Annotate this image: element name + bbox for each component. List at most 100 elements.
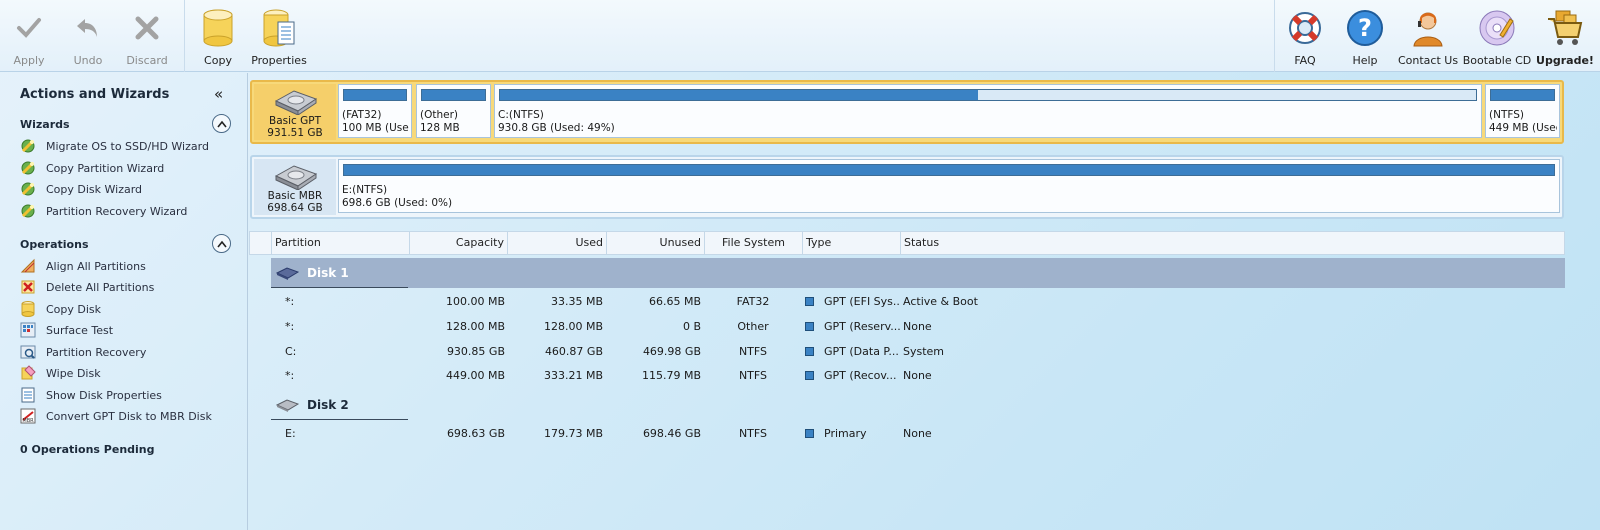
sidebar: Actions and Wizards « Wizards Migrate OS…: [0, 73, 248, 530]
wizard-partition-recovery-label: Partition Recovery Wizard: [46, 204, 188, 218]
column-header-partition[interactable]: Partition: [272, 232, 410, 254]
faq-label: FAQ: [1294, 54, 1316, 67]
copy-disk-icon: [20, 301, 36, 317]
partition-info: (FAT32)100 MB (Used:: [342, 109, 409, 134]
op-partition-recovery[interactable]: Partition Recovery: [20, 343, 146, 361]
wizard-icon: [20, 138, 36, 154]
cell-status: None: [903, 320, 932, 333]
cell-type: Primary: [805, 422, 901, 446]
partition-type-swatch: [805, 322, 814, 331]
cell-partition: *:: [285, 295, 295, 308]
partition-usage-bar: [1490, 89, 1555, 101]
op-wipe-disk-label: Wipe Disk: [46, 366, 101, 380]
disk-1-type: Basic GPT: [268, 115, 322, 127]
align-icon: [20, 258, 36, 274]
copy-button[interactable]: Copy: [189, 8, 247, 68]
wizard-migrate-os[interactable]: Migrate OS to SSD/HD Wizard: [20, 137, 209, 155]
op-surface-test-label: Surface Test: [46, 323, 114, 337]
contact-us-label: Contact Us: [1397, 54, 1459, 67]
table-row[interactable]: *: 449.00 MB 333.21 MB 115.79 MB NTFS GP…: [249, 364, 1565, 388]
column-header-spacer: [250, 232, 272, 254]
wizards-collapse-toggle[interactable]: [212, 114, 231, 133]
disk-map-disk-2[interactable]: Basic MBR 698.64 GB E:(NTFS) 698.6 GB (Us…: [250, 155, 1564, 219]
column-header-status[interactable]: Status: [901, 232, 1566, 254]
op-convert-gpt-to-mbr[interactable]: MBR Convert GPT Disk to MBR Disk: [20, 407, 212, 425]
cell-unused: 0 B: [682, 320, 701, 333]
cell-capacity: 100.00 MB: [445, 295, 505, 308]
partition-table: Partition Capacity Used Unused File Syst…: [249, 231, 1565, 530]
check-icon: [9, 8, 49, 48]
cell-file-system: Other: [737, 320, 769, 333]
column-header-used[interactable]: Used: [508, 232, 607, 254]
contact-icon: [1408, 8, 1448, 48]
disk-map-disk-1[interactable]: Basic GPT 931.51 GB (FAT32)100 MB (Used:…: [250, 80, 1564, 144]
wizard-copy-partition[interactable]: Copy Partition Wizard: [20, 159, 164, 177]
properties-label: Properties: [251, 54, 307, 67]
table-row[interactable]: C: 930.85 GB 460.87 GB 469.98 GB NTFS GP…: [249, 340, 1565, 364]
help-button[interactable]: ? Help: [1336, 8, 1394, 68]
cell-type: GPT (Reserv...: [805, 315, 901, 339]
partition-block-c[interactable]: C:(NTFS) 930.8 GB (Used: 49%): [494, 84, 1482, 138]
properties-button[interactable]: Properties: [250, 8, 308, 68]
op-copy-disk[interactable]: Copy Disk: [20, 300, 101, 318]
disk-map-disk-1-label: Basic GPT 931.51 GB: [254, 84, 336, 140]
cell-unused: 698.46 GB: [642, 427, 701, 440]
bootable-cd-label: Bootable CD: [1462, 54, 1532, 67]
bootable-cd-button[interactable]: Bootable CD: [1463, 8, 1531, 68]
wizard-migrate-os-label: Migrate OS to SSD/HD Wizard: [46, 139, 209, 153]
operations-collapse-toggle[interactable]: [212, 234, 231, 253]
partition-usage-fill: [422, 90, 485, 100]
svg-text:?: ?: [1358, 14, 1372, 42]
disk-header-underline: [271, 287, 408, 288]
op-partition-recovery-label: Partition Recovery: [46, 345, 147, 359]
column-header-type[interactable]: Type: [803, 232, 901, 254]
table-disk-1-header[interactable]: Disk 1: [271, 258, 1565, 288]
contact-us-button[interactable]: Contact Us: [1397, 8, 1459, 68]
op-wipe-disk[interactable]: Wipe Disk: [20, 364, 101, 382]
cell-status: Active & Boot: [903, 295, 978, 308]
apply-button[interactable]: Apply: [0, 8, 58, 68]
cell-unused: 66.65 MB: [648, 295, 701, 308]
disk-map-disk-2-label: Basic MBR 698.64 GB: [254, 159, 336, 215]
partition-usage-fill: [344, 165, 1554, 175]
cell-used: 460.87 GB: [544, 345, 603, 358]
op-surface-test[interactable]: Surface Test: [20, 321, 113, 339]
column-header-capacity[interactable]: Capacity: [410, 232, 508, 254]
op-align-all-partitions[interactable]: Align All Partitions: [20, 257, 146, 275]
wizard-partition-recovery[interactable]: Partition Recovery Wizard: [20, 202, 187, 220]
partition-block-fat32[interactable]: (FAT32)100 MB (Used:: [338, 84, 412, 138]
collapse-sidebar-icon[interactable]: «: [214, 85, 223, 103]
hard-disk-icon: [275, 267, 299, 280]
toolbar-separator: [1274, 0, 1275, 72]
partition-info: C:(NTFS) 930.8 GB (Used: 49%): [498, 109, 615, 134]
faq-button[interactable]: FAQ: [1276, 8, 1334, 68]
upgrade-button[interactable]: Upgrade!: [1536, 8, 1594, 68]
cell-type: GPT (EFI Sys...: [805, 290, 901, 314]
partition-block-e[interactable]: E:(NTFS) 698.6 GB (Used: 0%): [338, 159, 1560, 213]
undo-button[interactable]: Undo: [59, 8, 117, 68]
help-label: Help: [1352, 54, 1378, 67]
op-show-disk-properties[interactable]: Show Disk Properties: [20, 386, 162, 404]
undo-label: Undo: [73, 54, 103, 67]
cd-icon: [1477, 8, 1517, 48]
wizard-copy-disk[interactable]: Copy Disk Wizard: [20, 180, 142, 198]
table-row[interactable]: E: 698.63 GB 179.73 MB 698.46 GB NTFS Pr…: [249, 422, 1565, 446]
partition-usage-bar: [499, 89, 1477, 101]
lifebuoy-icon: [1285, 8, 1325, 48]
toolbar: Apply Undo Discard Copy Properties FAQ ?: [0, 0, 1600, 72]
chevron-up-icon: [216, 120, 227, 127]
op-delete-all-partitions[interactable]: Delete All Partitions: [20, 278, 154, 296]
table-row[interactable]: *: 100.00 MB 33.35 MB 66.65 MB FAT32 GPT…: [249, 290, 1565, 314]
partition-block-other[interactable]: (Other) 128 MB: [416, 84, 491, 138]
op-delete-all-partitions-label: Delete All Partitions: [46, 280, 155, 294]
hard-disk-icon: [274, 90, 318, 115]
table-disk-2-header[interactable]: Disk 2: [271, 390, 408, 420]
surface-test-icon: [20, 322, 36, 338]
wizard-copy-disk-label: Copy Disk Wizard: [46, 182, 143, 196]
partition-block-recovery[interactable]: (NTFS)449 MB (Used:: [1485, 84, 1560, 138]
table-row[interactable]: *: 128.00 MB 128.00 MB 0 B Other GPT (Re…: [249, 315, 1565, 339]
discard-button[interactable]: Discard: [118, 8, 176, 68]
column-header-unused[interactable]: Unused: [607, 232, 705, 254]
column-header-file-system[interactable]: File System: [705, 232, 803, 254]
wipe-icon: [20, 365, 36, 381]
